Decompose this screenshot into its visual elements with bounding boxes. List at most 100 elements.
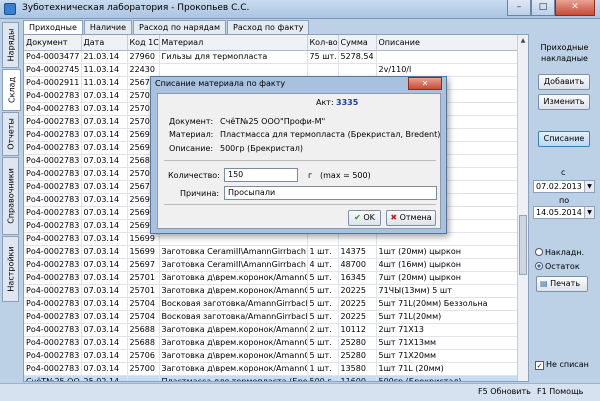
radio-balance[interactable]: Остаток — [535, 262, 580, 271]
date-from-field[interactable]: 07.02.2013 ▼ — [533, 180, 595, 193]
table-cell: 15699 — [127, 245, 160, 259]
table-row[interactable]: Ро4-0002783 07.03.14 25700 Заготовка д\врем… — [24, 362, 519, 376]
table-cell: 500гр (Брекристал) — [376, 375, 519, 381]
table-cell: Ро4-0002783 — [24, 310, 82, 324]
act-number: 3335 — [336, 98, 359, 107]
reason-label: Причина: — [180, 189, 220, 198]
table-cell: 5 шт. — [307, 310, 339, 324]
table-cell: 5 шт. — [307, 284, 339, 298]
column-header[interactable]: Описание — [376, 35, 519, 51]
table-cell: 1шт 71L (20мм) — [376, 362, 519, 376]
table-cell: 4 шт. — [307, 258, 339, 272]
table-cell: Восковая заготовка/AmannGirrbach — [159, 297, 308, 311]
table-cell: 2 шт. — [307, 323, 339, 337]
side-tab-orders[interactable]: Наряды — [2, 22, 19, 68]
table-row[interactable]: Ро4-0002783 07.03.14 25706 Заготовка д\врем… — [24, 349, 519, 363]
side-tab-settings[interactable]: Настройки — [2, 236, 19, 302]
table-cell: 25701 — [127, 271, 160, 285]
chevron-down-icon[interactable]: ▼ — [584, 207, 594, 218]
dialog-close-button[interactable]: ✕ — [408, 77, 442, 90]
table-cell: 25701 — [127, 284, 160, 298]
table-cell: 07.03.14 — [81, 232, 128, 246]
description-value: 500гр (Брекристал) — [220, 144, 304, 153]
ok-button[interactable]: ✔ OK — [348, 210, 381, 226]
table-row[interactable]: Ро4-0002783 07.03.14 25697 Заготовка Cerami… — [24, 258, 519, 272]
chevron-down-icon[interactable]: ▼ — [584, 181, 594, 192]
write-off-button[interactable]: Списание — [538, 131, 590, 147]
column-header[interactable]: Код 1С — [127, 35, 160, 51]
table-cell: 25280 — [338, 349, 377, 363]
table-row[interactable]: СчёТ№25 ОО 25.02.14 Пластмасса для термопл… — [24, 375, 519, 381]
table-cell: 07.03.14 — [81, 284, 128, 298]
divider — [164, 204, 436, 205]
radio-invoices[interactable]: Накладн. — [535, 248, 584, 257]
table-row[interactable]: Ро4-0002783 07.03.14 25688 Заготовка д\врем… — [24, 336, 519, 350]
scroll-up-icon[interactable]: ▲ — [518, 35, 528, 46]
table-row[interactable]: Ро4-0002783 07.03.14 25688 Заготовка д\врем… — [24, 323, 519, 337]
tab-consumption-fact[interactable]: Расход по факту — [227, 20, 310, 34]
table-cell: 21.03.14 — [81, 50, 128, 64]
table-cell: 4шт (16мм) цыркон — [376, 258, 519, 272]
column-header[interactable]: Сумма — [338, 35, 377, 51]
table-cell: 07.03.14 — [81, 349, 128, 363]
table-row[interactable]: Ро4-0002783 07.03.14 25701 Заготовка д\врем… — [24, 271, 519, 285]
table-cell: 5 шт. — [307, 271, 339, 285]
side-tab-reports[interactable]: Отчеты — [2, 112, 19, 156]
tab-consumption-orders[interactable]: Расход по нарядам — [133, 20, 226, 34]
table-cell: 10112 — [338, 323, 377, 337]
column-header[interactable]: Документ — [24, 35, 82, 51]
table-cell: Заготовка д\врем.коронок/AmannG — [159, 336, 308, 350]
help-hint[interactable]: F1 Помощь — [537, 387, 583, 396]
table-cell — [127, 375, 160, 381]
table-cell: Ро4-0002783 — [24, 128, 82, 142]
reason-input[interactable]: Просыпали — [224, 186, 437, 200]
table-cell: Ро4-0002783 — [24, 180, 82, 194]
table-cell: 5шт 71L(20мм) Беззольна — [376, 297, 519, 311]
table-cell: Ро4-0002783 — [24, 258, 82, 272]
minimize-button[interactable]: – — [507, 0, 531, 16]
column-header[interactable]: Материал — [159, 35, 308, 51]
table-cell: 25.02.14 — [81, 375, 128, 381]
table-cell: Ро4-0002783 — [24, 167, 82, 181]
column-header[interactable]: Кол-во — [307, 35, 339, 51]
add-button[interactable]: Добавить — [538, 74, 590, 90]
table-cell: 5шт 71L(20мм) — [376, 310, 519, 324]
close-button[interactable]: ✕ — [555, 0, 595, 16]
table-row[interactable]: Ро4-0002745 11.03.14 22430 2v/110/l — [24, 63, 519, 77]
column-header[interactable]: Дата — [81, 35, 128, 51]
dialog-body: Акт: 3335 Документ: СчёТ№25 ООО"Профи-М"… — [157, 93, 441, 229]
side-tab-warehouse[interactable]: Склад — [2, 69, 21, 111]
tab-availability[interactable]: Наличие — [83, 20, 132, 34]
table-cell: 14375 — [338, 245, 377, 259]
vertical-scrollbar[interactable]: ▲ — [517, 35, 528, 381]
refresh-hint[interactable]: F5 Обновить — [478, 387, 531, 396]
tab-incoming[interactable]: Приходные — [23, 20, 83, 34]
maximize-button[interactable]: □ — [531, 0, 555, 16]
table-row[interactable]: Ро4-0002783 07.03.14 25704 Восковая заготов… — [24, 297, 519, 311]
table-row[interactable]: Ро4-0003477 21.03.14 27960 Гильзы для термо… — [24, 50, 519, 64]
table-cell: 16345 — [338, 271, 377, 285]
checkbox-not-written-off[interactable]: ✓ Не списан — [535, 360, 589, 370]
quantity-unit: г — [308, 171, 313, 180]
table-row[interactable]: Ро4-0002783 07.03.14 15699 Заготовка Cerami… — [24, 245, 519, 259]
table-cell: Ро4-0002783 — [24, 271, 82, 285]
table-cell: 25688 — [127, 323, 160, 337]
cancel-button[interactable]: ✖ Отмена — [386, 210, 436, 226]
table-cell: 07.03.14 — [81, 271, 128, 285]
table-row[interactable]: Ро4-0002783 07.03.14 25704 Восковая заготов… — [24, 310, 519, 324]
table-cell: 07.03.14 — [81, 141, 128, 155]
table-cell: 07.03.14 — [81, 102, 128, 116]
print-button[interactable]: ▤ Печать — [536, 276, 588, 292]
table-cell: Восковая заготовка/AmannGirrbach — [159, 310, 308, 324]
edit-button[interactable]: Изменить — [538, 94, 590, 110]
table-row[interactable]: Ро4-0002783 07.03.14 25701 Заготовка д\врем… — [24, 284, 519, 298]
date-to-field[interactable]: 14.05.2014 ▼ — [533, 206, 595, 219]
scroll-thumb[interactable] — [519, 215, 527, 275]
side-tab-references[interactable]: Справочники — [2, 157, 19, 235]
quantity-input[interactable]: 150 — [224, 168, 298, 182]
table-cell: Заготовка д\врем.коронок/AmannG — [159, 323, 308, 337]
table-cell: 5 шт. — [307, 336, 339, 350]
table-cell: 75 шт. — [307, 50, 339, 64]
divider — [164, 160, 436, 161]
table-cell: 5шт 71X20мм — [376, 349, 519, 363]
